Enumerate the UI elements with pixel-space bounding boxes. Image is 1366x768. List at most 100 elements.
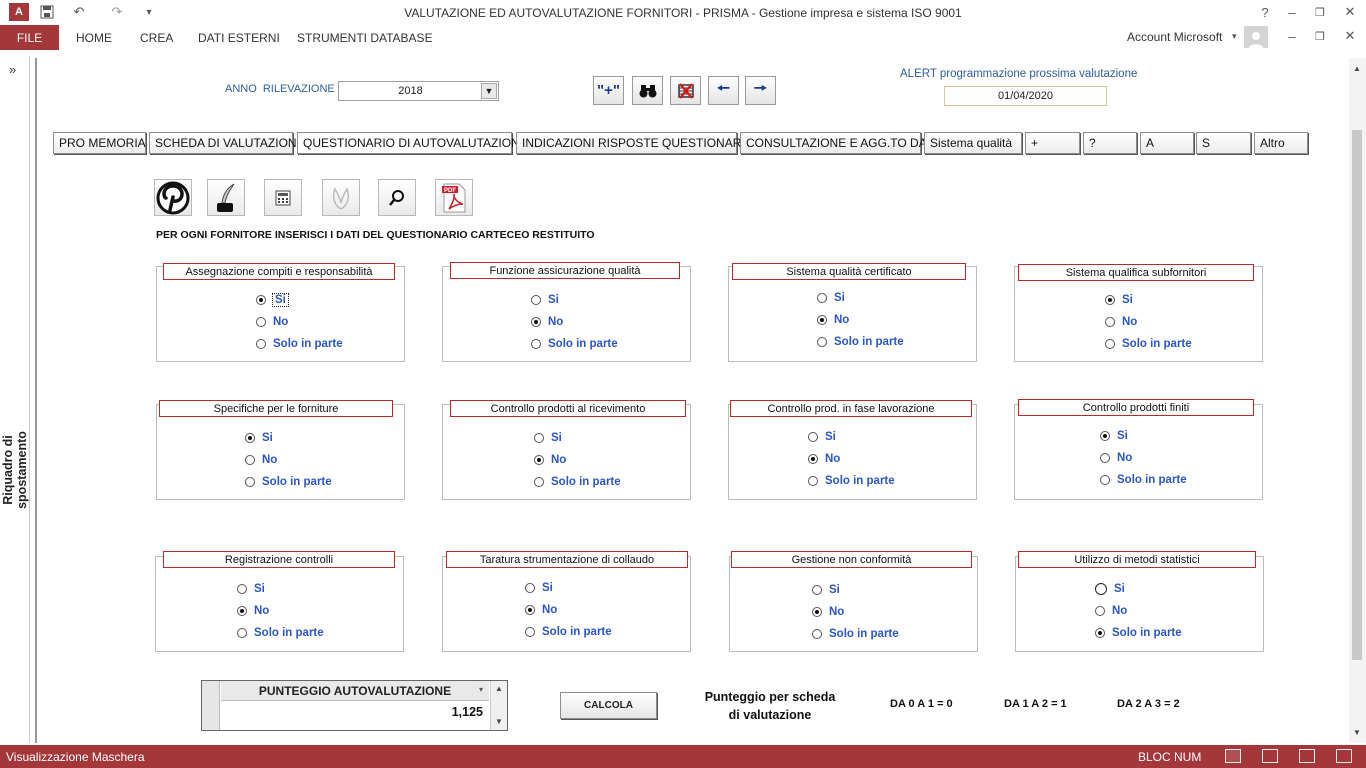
radio-button[interactable] bbox=[817, 293, 827, 303]
radio-option[interactable]: Solo in parte bbox=[1095, 627, 1182, 639]
arrow-left-icon[interactable]: 🠔 bbox=[708, 76, 739, 105]
help-icon[interactable]: ? bbox=[1258, 3, 1272, 21]
calcola-button[interactable]: CALCOLA bbox=[560, 692, 657, 719]
radio-option[interactable]: No bbox=[808, 453, 840, 465]
magnifier-icon[interactable] bbox=[378, 179, 416, 216]
radio-option[interactable]: Solo in parte bbox=[1100, 474, 1187, 486]
scroll-down-icon[interactable]: ▼ bbox=[1353, 728, 1361, 737]
score-scrollbar[interactable]: ▲ ▼ bbox=[490, 681, 507, 730]
radio-button[interactable] bbox=[534, 433, 544, 443]
arrow-right-icon[interactable]: 🠖 bbox=[745, 76, 776, 105]
radio-button[interactable] bbox=[817, 315, 827, 325]
plus-button[interactable]: + bbox=[1025, 132, 1080, 154]
radio-option[interactable]: Solo in parte bbox=[534, 476, 621, 488]
radio-button[interactable] bbox=[531, 295, 541, 305]
tab-crea[interactable]: CREA bbox=[140, 31, 173, 45]
radio-option[interactable]: Solo in parte bbox=[237, 627, 324, 639]
radio-button[interactable] bbox=[237, 628, 247, 638]
restore-doc-icon[interactable]: ❐ bbox=[1312, 27, 1328, 45]
calculator-icon[interactable] bbox=[264, 179, 302, 216]
question-button[interactable]: ? bbox=[1083, 132, 1137, 154]
radio-button[interactable] bbox=[808, 476, 818, 486]
radio-option[interactable]: Si bbox=[237, 583, 265, 595]
scroll-thumb[interactable] bbox=[1352, 130, 1362, 660]
datasheet-view-icon[interactable] bbox=[1262, 749, 1278, 763]
delete-record-icon[interactable] bbox=[670, 76, 701, 105]
radio-option[interactable]: Solo in parte bbox=[245, 476, 332, 488]
radio-option[interactable]: Si bbox=[1095, 583, 1125, 595]
altro-button[interactable]: Altro bbox=[1254, 132, 1308, 154]
design-view-icon[interactable] bbox=[1336, 749, 1352, 763]
leaf-icon[interactable] bbox=[322, 179, 360, 216]
vertical-scrollbar[interactable]: ▲ ▼ bbox=[1349, 58, 1366, 743]
alert-date-field[interactable]: 01/04/2020 bbox=[944, 86, 1107, 106]
pinterest-icon[interactable] bbox=[154, 179, 192, 216]
radio-option[interactable]: No bbox=[256, 316, 288, 328]
account-microsoft[interactable]: Account Microsoft bbox=[1127, 30, 1222, 44]
radio-option[interactable]: Solo in parte bbox=[256, 338, 343, 350]
radio-option[interactable]: No bbox=[1100, 452, 1132, 464]
radio-button[interactable] bbox=[534, 455, 544, 465]
radio-button[interactable] bbox=[256, 295, 266, 305]
tab-strumenti-database[interactable]: STRUMENTI DATABASE bbox=[297, 31, 433, 45]
column-dropdown-icon[interactable]: ▾ bbox=[479, 685, 483, 694]
score-scroll-up-icon[interactable]: ▲ bbox=[495, 684, 503, 693]
radio-button[interactable] bbox=[1105, 317, 1115, 327]
radio-option[interactable]: Si bbox=[525, 582, 553, 594]
radio-button[interactable] bbox=[808, 432, 818, 442]
radio-option[interactable]: Solo in parte bbox=[1105, 338, 1192, 350]
radio-option[interactable]: Si bbox=[1105, 294, 1133, 306]
radio-option[interactable]: Si bbox=[817, 292, 845, 304]
score-column-header[interactable]: PUNTEGGIO AUTOVALUTAZIONE ▾ bbox=[221, 681, 489, 701]
radio-button[interactable] bbox=[256, 317, 266, 327]
quill-ink-icon[interactable] bbox=[207, 179, 245, 216]
radio-option[interactable]: Solo in parte bbox=[531, 338, 618, 350]
consultazione-dati-button[interactable]: CONSULTAZIONE E AGG.TO DATI bbox=[740, 132, 936, 154]
radio-option[interactable]: No bbox=[245, 454, 277, 466]
radio-button[interactable] bbox=[1100, 431, 1110, 441]
radio-button[interactable] bbox=[531, 317, 541, 327]
binoculars-icon[interactable] bbox=[632, 76, 663, 105]
radio-button[interactable] bbox=[812, 585, 822, 595]
radio-option[interactable]: Si bbox=[812, 584, 840, 596]
pdf-icon[interactable]: PDF bbox=[435, 179, 473, 216]
record-selector[interactable] bbox=[202, 681, 220, 730]
radio-button[interactable] bbox=[1095, 628, 1105, 638]
a-button[interactable]: A bbox=[1140, 132, 1194, 154]
year-select[interactable]: 2018 ▼ bbox=[338, 81, 499, 101]
radio-button[interactable] bbox=[812, 607, 822, 617]
form-view-icon[interactable] bbox=[1225, 749, 1241, 763]
radio-button[interactable] bbox=[1105, 295, 1115, 305]
radio-button[interactable] bbox=[245, 455, 255, 465]
radio-option[interactable]: Solo in parte bbox=[808, 475, 895, 487]
layout-view-icon[interactable] bbox=[1299, 749, 1315, 763]
radio-option[interactable]: Si bbox=[531, 294, 559, 306]
tab-dati-esterni[interactable]: DATI ESTERNI bbox=[198, 31, 280, 45]
radio-button[interactable] bbox=[531, 339, 541, 349]
scheda-valutazione-button[interactable]: SCHEDA DI VALUTAZIONE bbox=[149, 132, 305, 154]
radio-button[interactable] bbox=[1105, 339, 1115, 349]
radio-option[interactable]: No bbox=[525, 604, 557, 616]
s-button[interactable]: S bbox=[1196, 132, 1251, 154]
score-scroll-down-icon[interactable]: ▼ bbox=[495, 717, 503, 726]
radio-option[interactable]: No bbox=[534, 454, 566, 466]
radio-option[interactable]: Solo in parte bbox=[525, 626, 612, 638]
radio-option[interactable]: No bbox=[237, 605, 269, 617]
radio-button[interactable] bbox=[1095, 583, 1107, 595]
radio-option[interactable]: No bbox=[817, 314, 849, 326]
minimize-doc-icon[interactable]: – bbox=[1284, 27, 1300, 45]
score-value[interactable]: 1,125 bbox=[221, 705, 489, 719]
radio-option[interactable]: Solo in parte bbox=[817, 336, 904, 348]
radio-button[interactable] bbox=[256, 339, 266, 349]
tab-home[interactable]: HOME bbox=[76, 31, 112, 45]
radio-option[interactable]: Si bbox=[534, 432, 562, 444]
radio-button[interactable] bbox=[1100, 453, 1110, 463]
scroll-up-icon[interactable]: ▲ bbox=[1353, 64, 1361, 73]
avatar[interactable] bbox=[1244, 26, 1268, 48]
radio-button[interactable] bbox=[1100, 475, 1110, 485]
radio-button[interactable] bbox=[237, 584, 247, 594]
radio-option[interactable]: No bbox=[531, 316, 563, 328]
close-doc-icon[interactable]: ✕ bbox=[1342, 27, 1358, 45]
radio-button[interactable] bbox=[525, 627, 535, 637]
chevron-down-icon[interactable]: ▼ bbox=[481, 83, 497, 99]
